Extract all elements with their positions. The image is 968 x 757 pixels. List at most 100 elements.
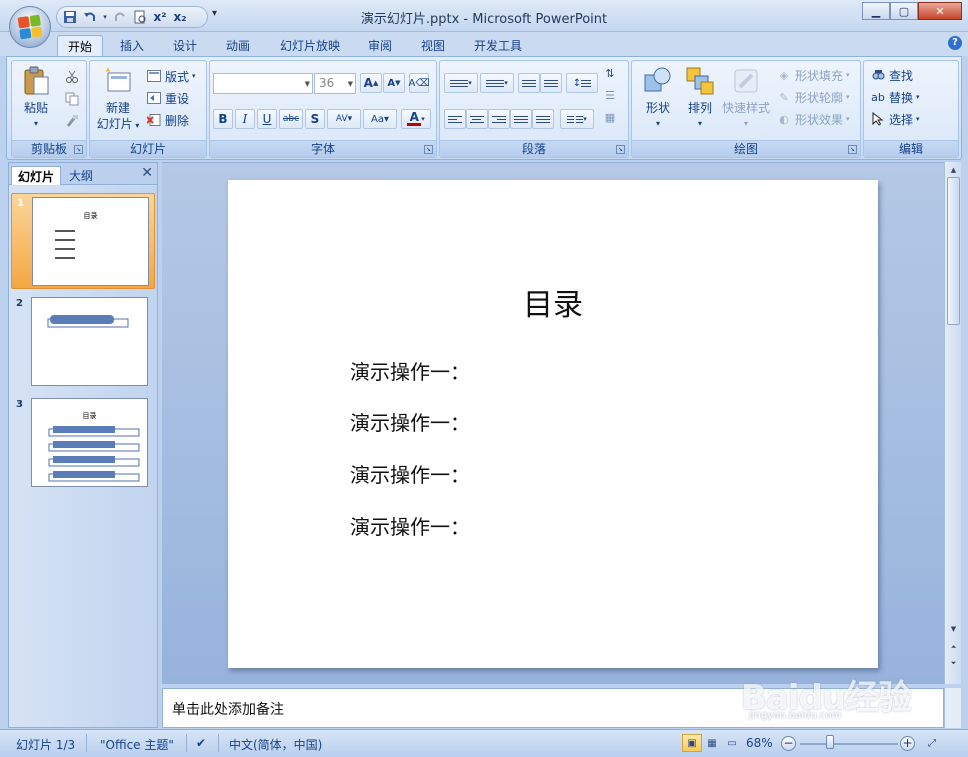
zoom-in-icon[interactable]: + bbox=[900, 736, 915, 751]
strikethrough-icon[interactable]: abc bbox=[279, 109, 303, 129]
underline-icon[interactable]: U bbox=[257, 109, 277, 129]
previous-slide-icon[interactable]: ⏶ bbox=[946, 640, 961, 654]
slide-bullet-3[interactable]: 演示操作一： bbox=[350, 459, 470, 488]
clipboard-launcher-icon[interactable]: ↘ bbox=[74, 145, 83, 154]
tab-home[interactable]: 开始 bbox=[57, 35, 104, 56]
shape-effects-button[interactable]: ◐ 形状效果 ▾ bbox=[776, 110, 849, 128]
close-button[interactable]: ✕ bbox=[918, 2, 962, 20]
clear-formatting-icon[interactable]: A⌫ bbox=[409, 73, 430, 93]
font-name-combo[interactable]: ▼ bbox=[213, 73, 313, 94]
maximize-button[interactable]: ▢ bbox=[890, 2, 918, 20]
tab-design[interactable]: 设计 bbox=[163, 35, 207, 56]
tab-insert[interactable]: 插入 bbox=[110, 35, 154, 56]
justify-icon[interactable] bbox=[510, 109, 532, 129]
align-center-icon[interactable] bbox=[466, 109, 488, 129]
italic-icon[interactable]: I bbox=[235, 109, 255, 129]
reset-icon bbox=[146, 90, 162, 106]
character-spacing-icon[interactable]: AV▾ bbox=[327, 109, 361, 129]
zoom-slider-thumb[interactable] bbox=[826, 735, 834, 749]
reset-button[interactable]: 重设 bbox=[146, 89, 189, 107]
align-right-icon[interactable] bbox=[488, 109, 510, 129]
slide-number: 1 bbox=[17, 198, 24, 209]
slide-sorter-view-icon[interactable]: ▦ bbox=[702, 734, 722, 752]
current-slide[interactable]: 目录 演示操作一： 演示操作一： 演示操作一： 演示操作一： bbox=[228, 180, 878, 668]
font-size-combo[interactable]: 36 ▼ bbox=[314, 73, 356, 94]
delete-slide-button[interactable]: 删除 bbox=[146, 111, 189, 129]
align-left-icon[interactable] bbox=[444, 109, 466, 129]
notes-scrollbar[interactable] bbox=[944, 688, 961, 728]
copy-icon[interactable] bbox=[64, 91, 80, 107]
numbering-icon[interactable]: ▾ bbox=[480, 73, 514, 93]
slide-number: 2 bbox=[16, 298, 23, 309]
cut-icon[interactable] bbox=[64, 69, 80, 85]
drawing-launcher-icon[interactable]: ↘ bbox=[848, 145, 857, 154]
zoom-out-icon[interactable]: − bbox=[781, 736, 796, 751]
tab-review[interactable]: 审阅 bbox=[358, 35, 402, 56]
next-slide-icon[interactable]: ⏷ bbox=[946, 656, 961, 670]
select-label: 选择 bbox=[889, 112, 914, 127]
decrease-indent-icon[interactable] bbox=[518, 73, 540, 93]
shapes-button[interactable]: 形状 ▾ bbox=[636, 65, 680, 132]
shape-fill-button[interactable]: ◈ 形状填充 ▾ bbox=[776, 66, 850, 84]
arrange-button[interactable]: 排列 ▾ bbox=[678, 65, 722, 132]
slide-bullet-2[interactable]: 演示操作一： bbox=[350, 407, 470, 436]
scroll-thumb[interactable] bbox=[947, 177, 960, 325]
status-separator bbox=[218, 734, 219, 752]
find-button[interactable]: 查找 bbox=[870, 66, 913, 84]
layout-button[interactable]: 版式 ▾ bbox=[146, 67, 196, 85]
slide-thumbnail-2[interactable]: 2 bbox=[11, 294, 155, 390]
spell-check-icon[interactable]: ✔ bbox=[196, 736, 206, 750]
distribute-icon[interactable] bbox=[532, 109, 554, 129]
close-pane-icon[interactable]: ✕ bbox=[141, 165, 153, 181]
tab-animations[interactable]: 动画 bbox=[216, 35, 260, 56]
paste-label: 粘贴 bbox=[23, 101, 48, 115]
text-shadow-icon[interactable]: S bbox=[305, 109, 325, 129]
slide-bullet-1[interactable]: 演示操作一： bbox=[350, 356, 470, 385]
format-painter-icon[interactable] bbox=[64, 113, 80, 129]
slide-bullet-4[interactable]: 演示操作一： bbox=[350, 511, 470, 540]
notes-placeholder[interactable]: 单击此处添加备注 bbox=[172, 699, 284, 719]
zoom-slider[interactable] bbox=[800, 743, 898, 745]
tab-view[interactable]: 视图 bbox=[411, 35, 455, 56]
help-icon[interactable]: ? bbox=[948, 36, 962, 50]
line-spacing-icon[interactable]: ↕ bbox=[566, 73, 598, 93]
text-direction-icon[interactable]: ⇅ bbox=[602, 65, 618, 81]
zoom-level[interactable]: 68% bbox=[746, 736, 773, 750]
grow-font-icon[interactable]: A ▲ bbox=[360, 73, 382, 93]
change-case-icon[interactable]: Aa▾ bbox=[363, 109, 397, 129]
tab-slideshow[interactable]: 幻灯片放映 bbox=[270, 35, 350, 56]
tab-slides[interactable]: 幻灯片 bbox=[11, 166, 62, 185]
columns-icon[interactable]: ▾ bbox=[560, 109, 594, 129]
convert-smartart-icon[interactable]: ▦ bbox=[602, 109, 618, 125]
bold-icon[interactable]: B bbox=[213, 109, 233, 129]
font-launcher-icon[interactable]: ↘ bbox=[424, 145, 433, 154]
quick-styles-button[interactable]: 快速样式 ▾ bbox=[720, 65, 772, 132]
slideshow-view-icon[interactable]: ▭ bbox=[722, 734, 742, 752]
slide-thumbnail-3[interactable]: 3 目录 bbox=[11, 395, 155, 491]
office-button[interactable] bbox=[9, 6, 51, 48]
drawing-group-label: 绘图 bbox=[632, 140, 860, 157]
normal-view-icon[interactable]: ▣ bbox=[682, 734, 702, 752]
paragraph-launcher-icon[interactable]: ↘ bbox=[616, 145, 625, 154]
scroll-up-icon[interactable]: ▲ bbox=[946, 163, 961, 177]
font-color-icon[interactable]: A ▾ bbox=[401, 109, 431, 129]
shrink-font-icon[interactable]: A ▼ bbox=[383, 73, 405, 93]
slide-thumbnail-1[interactable]: 1 目录 bbox=[11, 193, 155, 289]
select-button[interactable]: 选择 ▾ bbox=[870, 110, 920, 128]
bullets-icon[interactable]: ▾ bbox=[444, 73, 478, 93]
increase-indent-icon[interactable] bbox=[540, 73, 562, 93]
fit-to-window-icon[interactable]: ⤢ bbox=[922, 734, 942, 752]
new-slide-button[interactable]: 新建 幻灯片 ▾ bbox=[94, 65, 142, 134]
scroll-down-icon[interactable]: ▼ bbox=[946, 622, 961, 636]
vertical-scrollbar[interactable]: ▲ ▼ ⏶ ⏷ bbox=[944, 162, 961, 684]
replace-button[interactable]: ab 替换 ▾ bbox=[870, 88, 919, 106]
shapes-label: 形状 bbox=[645, 101, 670, 115]
minimize-button[interactable]: ▁ bbox=[862, 2, 890, 20]
shape-outline-button[interactable]: ✎ 形状轮廓 ▾ bbox=[776, 88, 849, 106]
window-title: 演示幻灯片.pptx - Microsoft PowerPoint bbox=[360, 12, 608, 27]
tab-developer[interactable]: 开发工具 bbox=[464, 35, 532, 56]
align-text-icon[interactable]: ☰ bbox=[602, 87, 618, 103]
tab-outline[interactable]: 大纲 bbox=[63, 166, 99, 185]
paste-button[interactable]: 粘贴 ▾ bbox=[14, 65, 58, 132]
slide-title[interactable]: 目录 bbox=[228, 280, 878, 324]
